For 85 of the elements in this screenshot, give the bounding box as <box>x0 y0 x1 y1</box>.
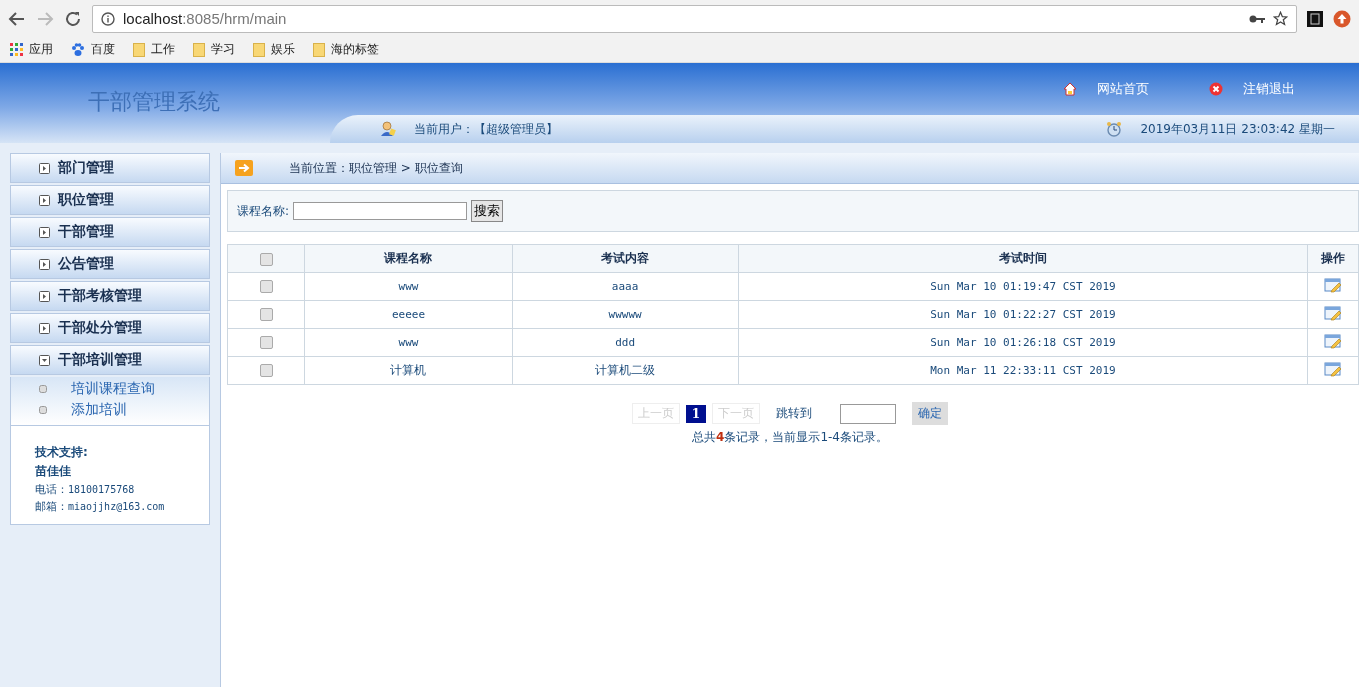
paw-icon <box>71 42 85 57</box>
back-icon[interactable] <box>8 9 26 28</box>
bookmark[interactable]: 应用 <box>10 41 53 58</box>
close-icon <box>1209 82 1223 96</box>
sidebar-item[interactable]: 部门管理 <box>10 153 210 183</box>
reload-icon[interactable] <box>64 9 82 28</box>
page-field[interactable] <box>840 403 897 424</box>
edit-icon[interactable] <box>1324 333 1343 349</box>
expand-icon <box>39 226 50 238</box>
search-field[interactable] <box>293 202 468 220</box>
checkbox[interactable] <box>259 364 273 378</box>
table-cell: eeeee <box>304 300 513 329</box>
table-cell: www <box>304 328 513 357</box>
edit-icon[interactable] <box>1324 305 1343 321</box>
search-label: 课程名称: <box>237 202 290 220</box>
folder-icon <box>313 42 325 57</box>
folder-icon <box>193 42 205 57</box>
column-header: 课程名称 <box>304 244 513 273</box>
expand-icon <box>39 322 50 334</box>
sidebar-item[interactable]: 干部考核管理 <box>10 281 210 311</box>
checkbox[interactable] <box>259 280 273 294</box>
edit-icon[interactable] <box>1324 361 1343 377</box>
upload-icon[interactable] <box>1333 9 1351 28</box>
current-user: 当前用户：【超级管理员】 <box>414 120 559 138</box>
table-cell: aaaa <box>512 272 739 301</box>
bullet-icon <box>39 406 47 414</box>
folder-icon <box>253 42 265 57</box>
checkbox[interactable] <box>259 308 273 322</box>
search-button[interactable]: 搜索 <box>471 200 504 222</box>
forward-icon[interactable] <box>36 9 54 28</box>
sidebar-item[interactable]: 职位管理 <box>10 185 210 215</box>
bullet-icon <box>39 385 47 393</box>
info-icon <box>101 11 115 26</box>
table-cell: Mon Mar 11 22:33:11 CST 2019 <box>738 356 1308 385</box>
support-name: 苗佳佳 <box>35 463 72 480</box>
column-header: 考试时间 <box>738 244 1308 273</box>
user-icon <box>380 121 396 137</box>
bookmark[interactable]: 娱乐 <box>253 41 295 58</box>
column-header: 考试内容 <box>512 244 739 273</box>
record-summary: 总共4条记录，当前显示1-4条记录。 <box>691 429 889 446</box>
house-icon <box>1063 82 1077 96</box>
sidebar-item[interactable]: 公告管理 <box>10 249 210 279</box>
collapse-icon <box>39 354 50 366</box>
submenu-item[interactable]: 添加培训 <box>39 401 209 419</box>
edit-icon[interactable] <box>1324 277 1343 293</box>
support-email: 邮箱：miaojjhz@163.com <box>35 499 166 514</box>
expand-icon <box>39 258 50 270</box>
page-number[interactable]: 1 <box>685 404 707 423</box>
bookmark[interactable]: 工作 <box>133 41 175 58</box>
confirm-button[interactable]: 确定 <box>912 402 949 425</box>
sidebar-item[interactable]: 干部管理 <box>10 217 210 247</box>
alarm-clock-icon <box>1106 121 1123 137</box>
table-cell: ddd <box>512 328 739 357</box>
table-cell: 计算机 <box>304 356 513 385</box>
expand-icon <box>39 194 50 206</box>
table-cell: www <box>304 272 513 301</box>
column-header: 操作 <box>1307 244 1359 273</box>
date-time: 2019年03月11日 23:03:42 星期一 <box>1140 120 1335 138</box>
submenu-item[interactable]: 培训课程查询 <box>39 380 209 398</box>
apps-grid-icon <box>10 43 23 56</box>
checkbox[interactable] <box>259 252 273 266</box>
folder-icon <box>133 42 145 57</box>
bookmark[interactable]: 百度 <box>71 41 115 58</box>
app-title: 干部管理系统 <box>88 88 221 116</box>
table-cell: Sun Mar 10 01:19:47 CST 2019 <box>738 272 1308 301</box>
star-icon[interactable] <box>1273 11 1288 26</box>
support-heading: 技术支持: <box>35 444 89 461</box>
table-cell: 计算机二级 <box>512 356 739 385</box>
bookmark[interactable]: 学习 <box>193 41 235 58</box>
table-cell: wwwww <box>512 300 739 329</box>
support-phone: 电话：18100175768 <box>35 482 136 497</box>
arrow-icon <box>235 160 253 176</box>
sidebar-item[interactable]: 干部培训管理 <box>10 345 210 375</box>
sidebar-item[interactable]: 干部处分管理 <box>10 313 210 343</box>
extension-icon[interactable] <box>1307 10 1323 27</box>
table-cell: Sun Mar 10 01:26:18 CST 2019 <box>738 328 1308 357</box>
key-icon[interactable] <box>1249 13 1265 24</box>
breadcrumb: 当前位置：职位管理 > 职位查询 <box>289 159 463 177</box>
expand-icon <box>39 290 50 302</box>
checkbox[interactable] <box>259 336 273 350</box>
table-cell: Sun Mar 10 01:22:27 CST 2019 <box>738 300 1308 329</box>
address-bar[interactable]: localhost:8085/hrm/main <box>92 4 1297 33</box>
bookmark[interactable]: 海的标签 <box>313 41 379 58</box>
expand-icon <box>39 162 50 174</box>
jump-label: 跳转到 <box>776 405 813 422</box>
